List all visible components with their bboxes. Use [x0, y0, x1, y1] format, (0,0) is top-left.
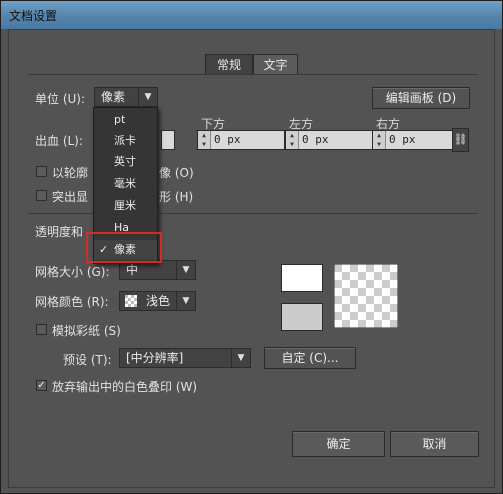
highlight-label-start: 突出显 [52, 190, 89, 204]
paper-color-swatch[interactable] [281, 303, 323, 331]
menu-item-pt[interactable]: pt [94, 110, 157, 130]
discard-white-label: 放弃输出中的白色叠印 (W) [52, 380, 198, 394]
menu-item-cm[interactable]: 厘米 [94, 196, 157, 216]
ok-button[interactable]: 确定 [292, 431, 385, 457]
outline-checkbox[interactable] [36, 166, 47, 177]
bleed-left-value: 0 px [302, 133, 329, 146]
spinner-icon[interactable]: ▲ ▼ [286, 131, 299, 149]
tab-general[interactable]: 常规 [205, 54, 253, 74]
tab-type[interactable]: 文字 [253, 54, 298, 74]
bleed-right-value: 0 px [389, 133, 416, 146]
white-preview-swatch[interactable] [281, 264, 323, 292]
edit-artboards-button[interactable]: 编辑画板 (D) [372, 87, 470, 109]
menu-item-mm[interactable]: 毫米 [94, 174, 157, 194]
preset-dropdown[interactable]: [中分辨率] ▼ [119, 348, 251, 368]
menu-item-inch[interactable]: 英寸 [94, 152, 157, 172]
outline-label-start: 以轮廓 [52, 166, 89, 180]
window-title: 文档设置 [9, 9, 58, 23]
menu-item-pica[interactable]: 派卡 [94, 131, 157, 151]
document-setup-dialog: 文档设置 常规 文字 单位 (U): 像素 ▼ 编辑画板 (D) 下方 左方 右… [0, 0, 503, 494]
outline-label-end: 像 (O) [159, 166, 194, 180]
chevron-down-icon: ▼ [231, 349, 250, 367]
grid-size-value: 中 [126, 263, 139, 277]
chevron-down-icon: ▼ [176, 292, 195, 310]
preset-value: [中分辨率] [126, 351, 184, 365]
simulate-paper-checkbox[interactable] [36, 324, 47, 335]
transparency-section-label: 透明度和 [35, 225, 84, 239]
checkerboard-preview [334, 264, 398, 328]
cancel-button[interactable]: 取消 [390, 431, 479, 457]
highlight-checkbox[interactable] [36, 190, 47, 201]
chevron-down-icon: ▼ [138, 88, 157, 106]
preset-label: 预设 (T): [63, 353, 112, 367]
highlight-annotation-box [86, 232, 162, 263]
bleed-top-field[interactable] [161, 130, 175, 150]
grid-color-dropdown[interactable]: 浅色 ▼ [119, 291, 196, 311]
grid-color-value: 浅色 [146, 294, 171, 308]
highlight-label-end: 形 (H) [159, 190, 194, 204]
discard-white-checkbox[interactable]: ✓ [36, 380, 47, 391]
units-dropdown[interactable]: 像素 ▼ [94, 87, 158, 107]
spinner-icon[interactable]: ▲ ▼ [198, 131, 211, 149]
custom-button[interactable]: 自定 (C)... [264, 347, 356, 369]
bleed-left-field[interactable]: ▲ ▼ 0 px [285, 130, 373, 150]
bleed-bottom-value: 0 px [214, 133, 241, 146]
title-bar[interactable]: 文档设置 [1, 1, 502, 29]
simulate-paper-label: 模拟彩纸 (S) [52, 324, 121, 338]
spinner-icon[interactable]: ▲ ▼ [373, 131, 386, 149]
tab-divider [28, 74, 478, 75]
bleed-bottom-field[interactable]: ▲ ▼ 0 px [197, 130, 285, 150]
chevron-down-icon: ▼ [176, 261, 195, 279]
units-label: 单位 (U): [35, 92, 86, 106]
grid-size-label: 网格大小 (G): [35, 265, 110, 279]
bleed-right-field[interactable]: ▲ ▼ 0 px [372, 130, 460, 150]
link-icon[interactable]: ⛓ [452, 128, 469, 152]
checker-swatch-icon [125, 295, 137, 307]
grid-color-label: 网格颜色 (R): [35, 295, 109, 309]
units-value: 像素 [101, 90, 126, 104]
bleed-label: 出血 (L): [35, 134, 83, 148]
